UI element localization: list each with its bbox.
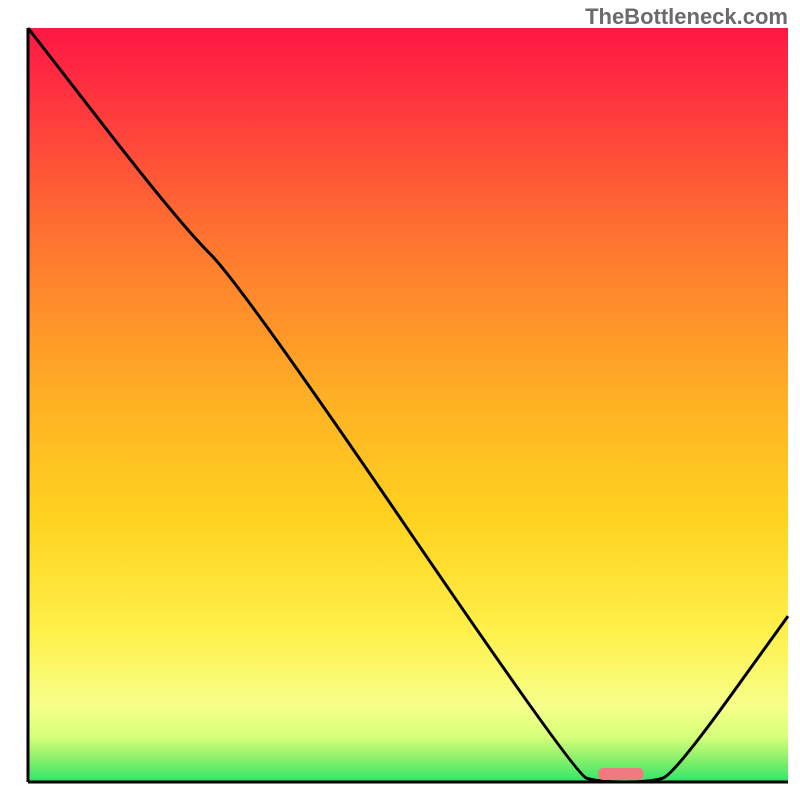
- bottleneck-chart: [0, 0, 800, 800]
- optimal-marker: [598, 768, 644, 780]
- plot-background: [28, 28, 788, 782]
- watermark-label: TheBottleneck.com: [585, 4, 788, 30]
- chart-container: TheBottleneck.com: [0, 0, 800, 800]
